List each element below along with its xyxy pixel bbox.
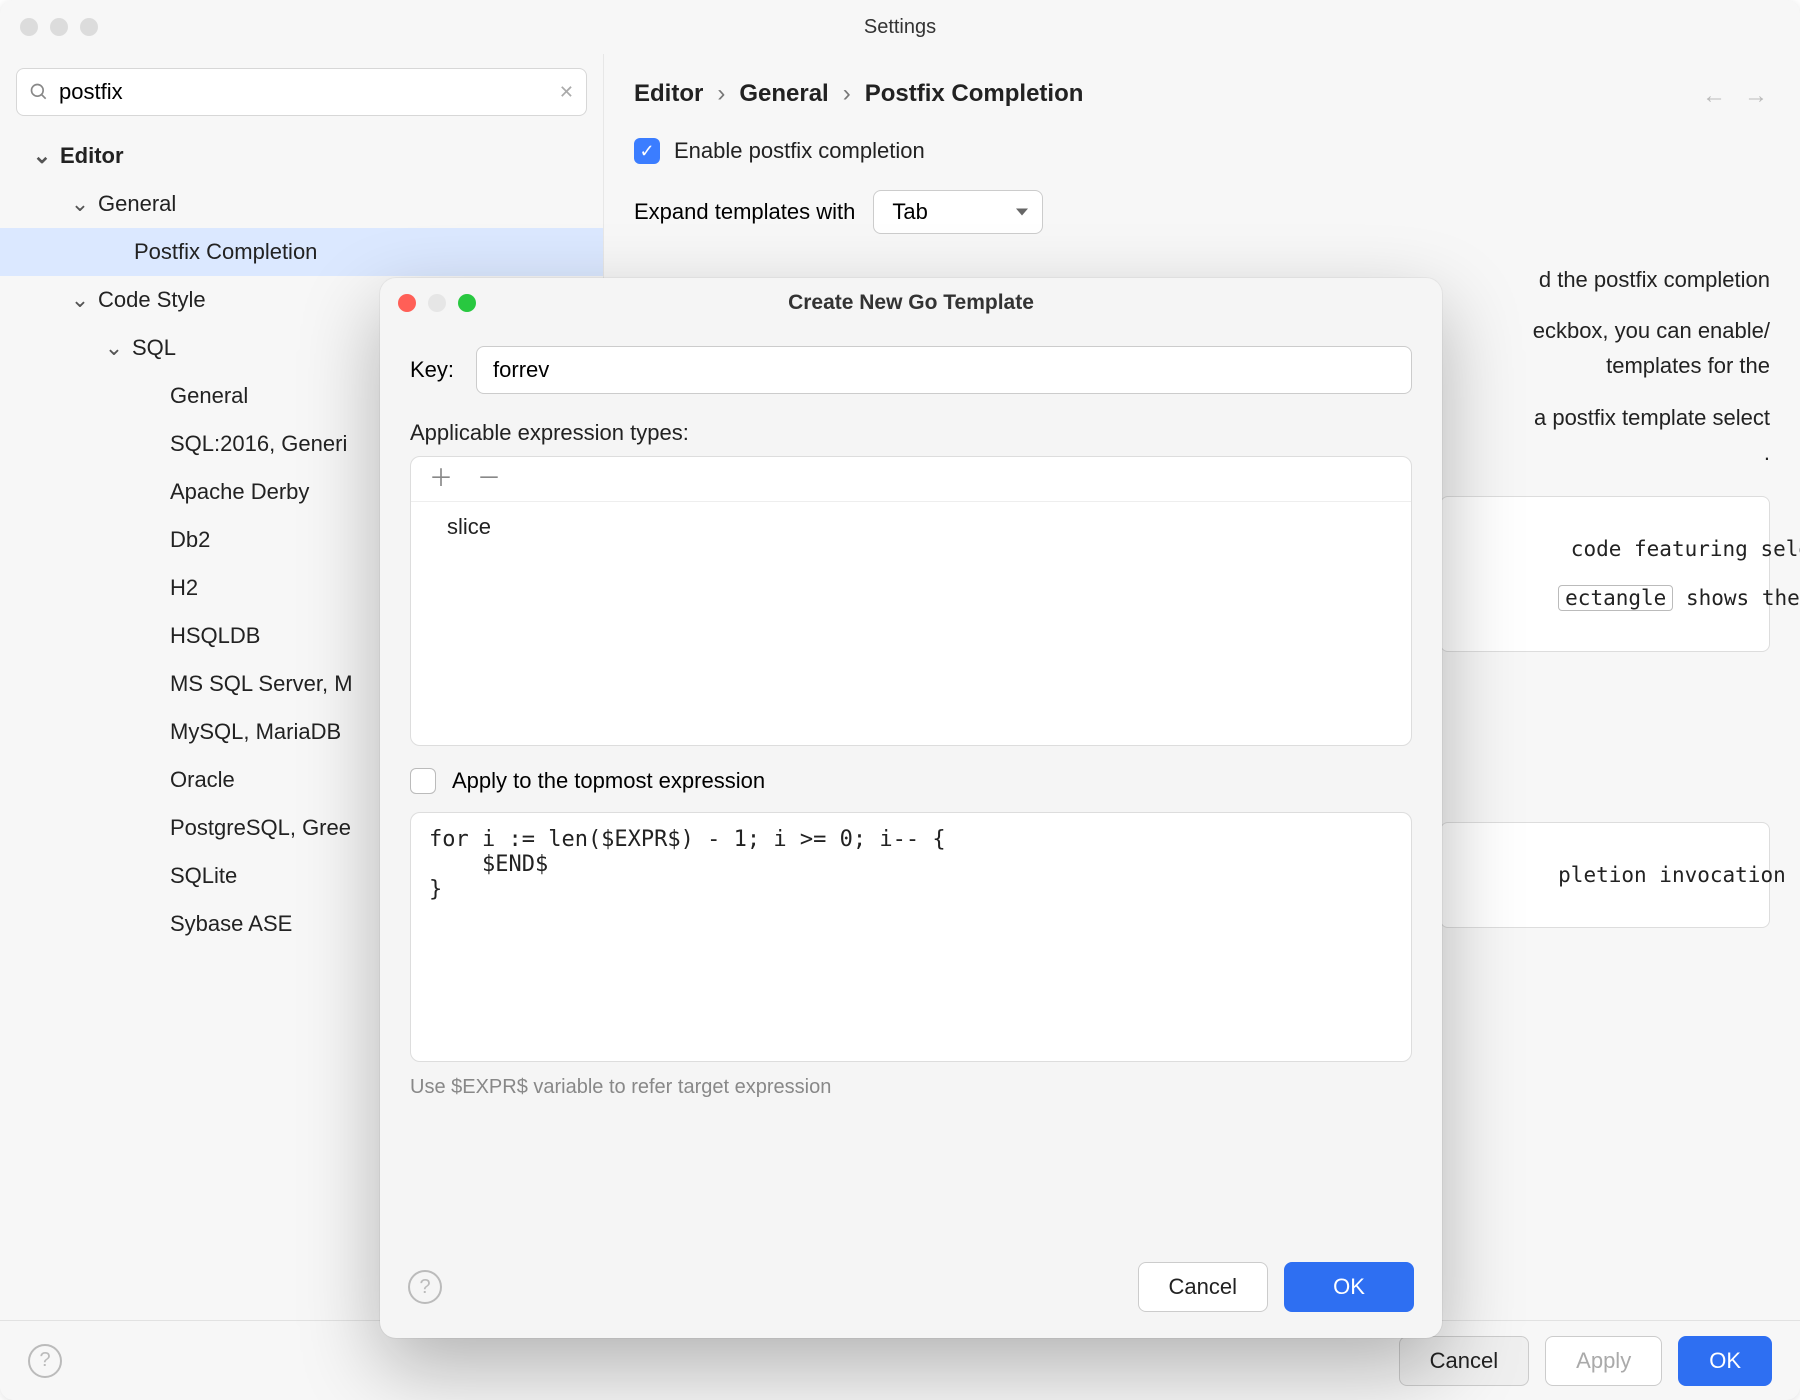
key-input[interactable] <box>476 346 1412 394</box>
traffic-min[interactable] <box>50 18 68 36</box>
types-label: Applicable expression types: <box>410 420 1412 446</box>
dialog-cancel-button[interactable]: Cancel <box>1138 1262 1268 1312</box>
code-preview-fragment: code featuring select ectangle shows the… <box>1440 496 1770 652</box>
apply-topmost-checkbox[interactable] <box>410 768 436 794</box>
titlebar: Settings <box>0 0 1800 54</box>
settings-search[interactable]: ✕ <box>16 68 587 116</box>
breadcrumb-postfix: Postfix Completion <box>865 80 1084 108</box>
dialog-max-icon[interactable] <box>458 294 476 312</box>
search-input[interactable] <box>49 79 559 105</box>
dialog-titlebar: Create New Go Template <box>380 278 1442 328</box>
dialog-footer: ? Cancel OK <box>380 1244 1442 1338</box>
breadcrumb-editor[interactable]: Editor <box>634 80 703 108</box>
tree-general[interactable]: ⌄ General <box>0 180 603 228</box>
type-item-slice[interactable]: slice <box>447 514 1375 540</box>
traffic-max[interactable] <box>80 18 98 36</box>
chevron-down-icon: ⌄ <box>72 292 88 308</box>
enable-postfix-label: Enable postfix completion <box>674 138 925 164</box>
expand-templates-label: Expand templates with <box>634 199 855 225</box>
chevron-down-icon: ⌄ <box>34 148 50 164</box>
chevron-down-icon: ⌄ <box>106 340 122 356</box>
template-code-editor[interactable]: for i := len($EXPR$) - 1; i >= 0; i-- { … <box>410 812 1412 1062</box>
dialog-traffic <box>398 294 476 312</box>
chevron-down-icon: ⌄ <box>72 196 88 212</box>
dialog-ok-button[interactable]: OK <box>1284 1262 1414 1312</box>
expand-templates-select[interactable]: Tab <box>873 190 1043 234</box>
traffic-lights <box>20 18 98 36</box>
add-type-icon[interactable]: ＋ <box>429 467 453 491</box>
dialog-close-icon[interactable] <box>398 294 416 312</box>
nav-back-icon[interactable]: ← <box>1702 82 1726 110</box>
dialog-help-icon[interactable]: ? <box>408 1270 442 1304</box>
search-icon <box>29 82 49 102</box>
key-label: Key: <box>410 357 454 383</box>
breadcrumb: Editor › General › Postfix Completion <box>604 54 1800 118</box>
types-box: ＋ － slice <box>410 456 1412 746</box>
code-preview-fragment-2: pletion invocation re <box>1440 822 1770 928</box>
cancel-button[interactable]: Cancel <box>1399 1336 1529 1386</box>
breadcrumb-sep: › <box>843 80 851 108</box>
apply-topmost-label: Apply to the topmost expression <box>452 768 765 794</box>
template-hint: Use $EXPR$ variable to refer target expr… <box>410 1076 1412 1099</box>
nav-arrows: ← → <box>1702 82 1768 110</box>
enable-postfix-checkbox[interactable]: ✓ <box>634 138 660 164</box>
breadcrumb-general[interactable]: General <box>739 80 828 108</box>
help-icon[interactable]: ? <box>28 1344 62 1378</box>
ok-button[interactable]: OK <box>1678 1336 1772 1386</box>
remove-type-icon[interactable]: － <box>477 467 501 491</box>
clear-search-icon[interactable]: ✕ <box>559 82 574 103</box>
traffic-close[interactable] <box>20 18 38 36</box>
apply-button[interactable]: Apply <box>1545 1336 1662 1386</box>
create-template-dialog: Create New Go Template Key: Applicable e… <box>380 278 1442 1338</box>
breadcrumb-sep: › <box>717 80 725 108</box>
types-list[interactable]: slice <box>411 502 1411 552</box>
dialog-min-icon[interactable] <box>428 294 446 312</box>
tree-postfix-completion[interactable]: Postfix Completion <box>0 228 603 276</box>
tree-editor[interactable]: ⌄ Editor <box>0 132 603 180</box>
window-title: Settings <box>0 16 1800 39</box>
dialog-title: Create New Go Template <box>380 291 1442 315</box>
nav-forward-icon[interactable]: → <box>1744 82 1768 110</box>
